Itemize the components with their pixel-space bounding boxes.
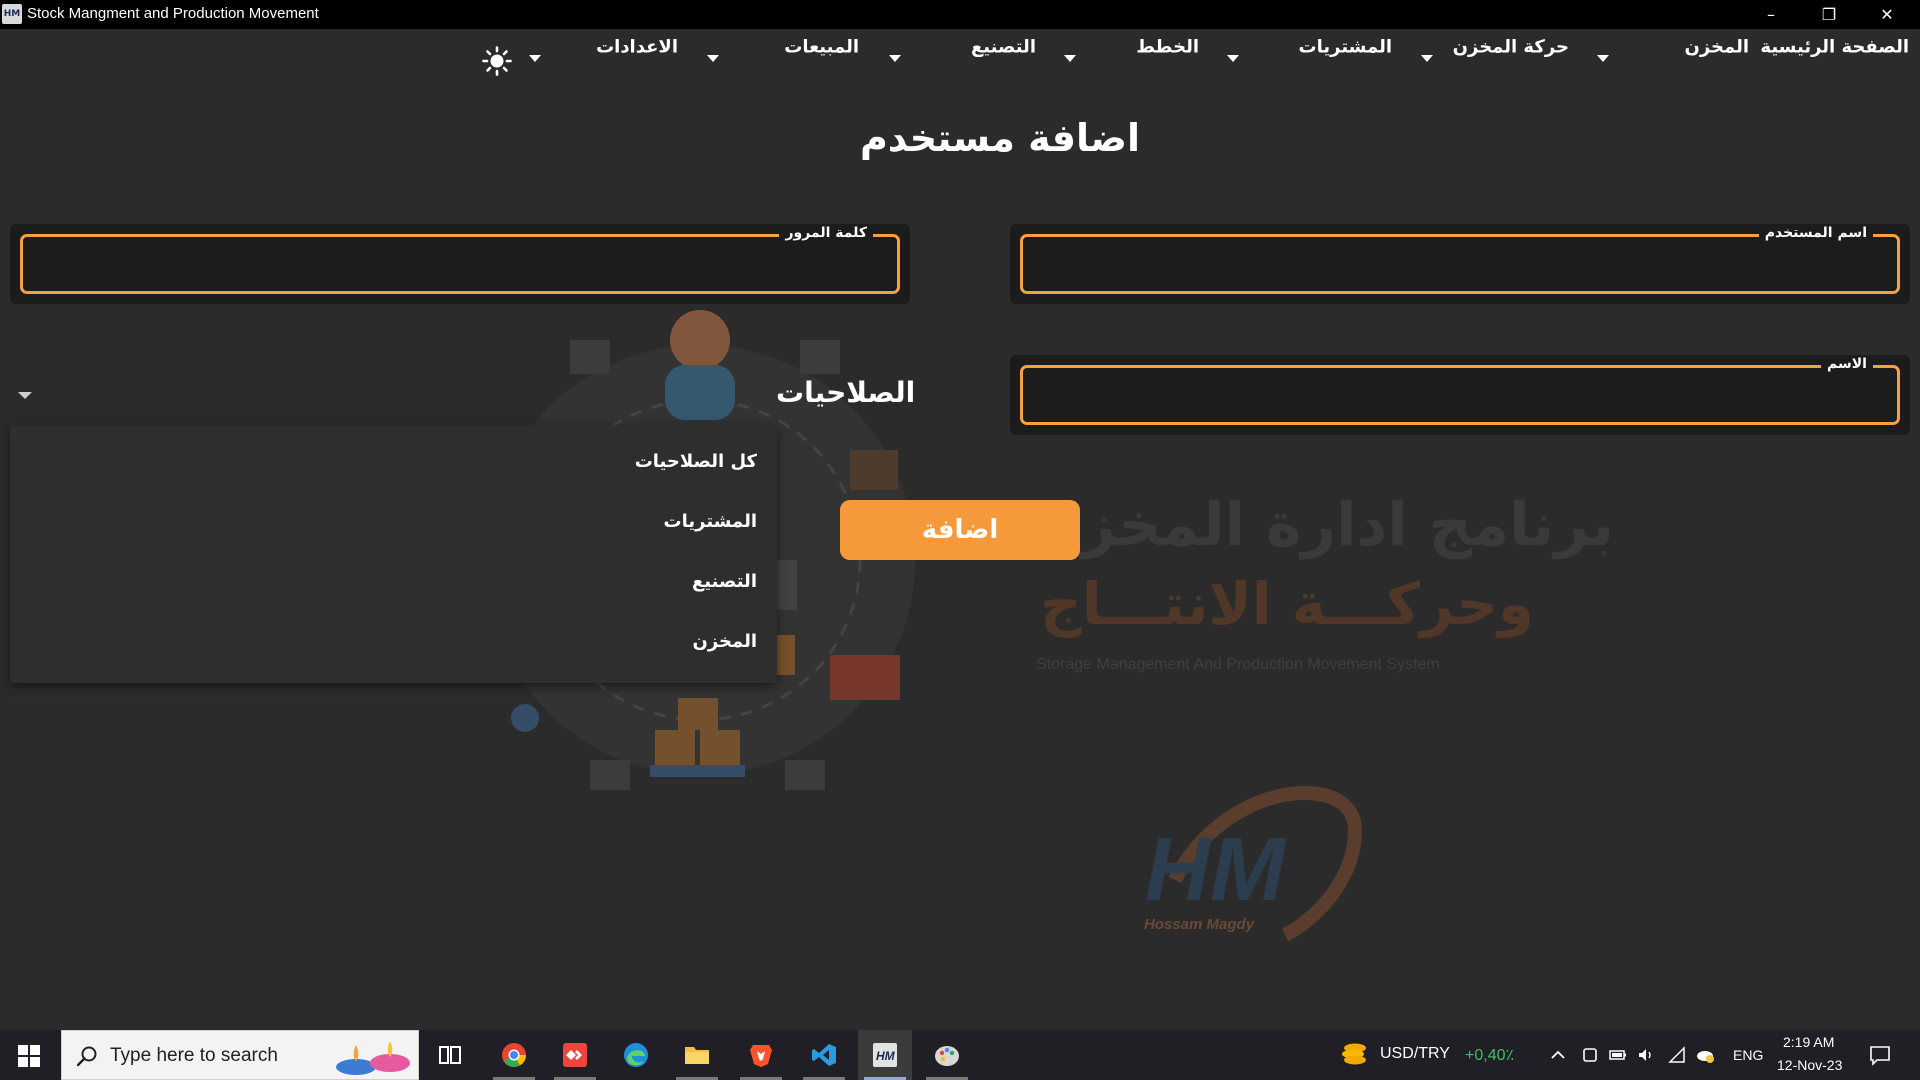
username-field-border: اسم المستخدم [1020, 225, 1900, 294]
watermark-subtitle: وحركـــة الانتـــاج [1040, 570, 1535, 638]
add-user-button[interactable]: اضافة [840, 500, 1080, 560]
menu-home[interactable]: الصفحة الرئيسية [1760, 37, 1909, 58]
password-field[interactable] [29, 241, 891, 287]
permission-option-manufacturing[interactable]: التصنيع [692, 571, 757, 592]
username-field[interactable] [1029, 241, 1891, 287]
password-field-container: كلمة المرور [10, 224, 910, 304]
taskbar-stock-app[interactable]: HM [858, 1030, 912, 1080]
menu-manufacturing[interactable]: التصنيع [971, 37, 1036, 58]
restore-button[interactable]: ❐ [1800, 0, 1858, 29]
task-view-icon [439, 1046, 461, 1064]
hm-app-icon-text: HM [876, 1049, 896, 1063]
permission-option-all[interactable]: كل الصلاحيات [635, 451, 757, 472]
chevron-down-icon[interactable] [1064, 55, 1076, 62]
menu-store-movement[interactable]: حركة المخزن [1453, 37, 1569, 58]
chevron-down-icon[interactable] [18, 392, 32, 399]
menu-plans[interactable]: الخطط [1136, 37, 1199, 58]
onedrive-icon[interactable] [1696, 1046, 1714, 1064]
taskbar-edge[interactable] [609, 1030, 663, 1080]
chevron-up-icon[interactable] [1549, 1046, 1567, 1064]
taskbar-brave[interactable] [734, 1030, 788, 1080]
language-indicator[interactable]: ENG [1733, 1047, 1763, 1063]
chevron-down-icon[interactable] [707, 55, 719, 62]
minimize-button[interactable]: – [1742, 0, 1800, 29]
search-placeholder: Type here to search [110, 1045, 278, 1066]
name-label: الاسم [1821, 356, 1873, 372]
close-button[interactable]: ✕ [1858, 0, 1916, 29]
task-view-button[interactable] [423, 1030, 477, 1080]
anydesk-icon [563, 1043, 587, 1067]
clock-date[interactable]: 12-Nov-23 [1777, 1057, 1842, 1073]
taskbar-vscode[interactable] [797, 1030, 851, 1080]
logo-letters: HM [1145, 820, 1287, 920]
taskbar-file-explorer[interactable] [670, 1030, 724, 1080]
chevron-down-icon[interactable] [1597, 55, 1609, 62]
menu-store[interactable]: المخزن [1684, 37, 1749, 58]
chevron-down-icon[interactable] [1227, 55, 1239, 62]
page-title: اضافة مستخدم [859, 116, 1141, 160]
battery-icon[interactable] [1609, 1046, 1627, 1064]
permission-option-store[interactable]: المخزن [692, 631, 757, 652]
taskbar-chrome[interactable] [487, 1030, 541, 1080]
name-field-border: الاسم [1020, 356, 1900, 425]
volume-icon[interactable] [1637, 1046, 1655, 1064]
menu-bar [0, 29, 1920, 89]
menu-settings[interactable]: الاعدادات [596, 37, 678, 58]
chevron-down-icon[interactable] [889, 55, 901, 62]
meet-now-icon[interactable] [1581, 1046, 1599, 1064]
brave-icon [750, 1045, 772, 1067]
permissions-dropdown: كل الصلاحيات المشتريات التصنيع المخزن [10, 425, 777, 683]
menu-purchases[interactable]: المشتريات [1299, 37, 1392, 58]
windows-start-icon[interactable] [18, 1045, 40, 1067]
notification-icon[interactable] [1869, 1044, 1891, 1066]
paint-palette-icon [935, 1046, 959, 1066]
clock-time[interactable]: 2:19 AM [1783, 1034, 1834, 1050]
permission-option-purchases[interactable]: المشتريات [664, 511, 757, 532]
currency-pair[interactable]: USD/TRY [1380, 1045, 1450, 1063]
name-field-container: الاسم [1010, 355, 1910, 435]
username-field-container: اسم المستخدم [1010, 224, 1910, 304]
coins-icon[interactable] [1342, 1042, 1368, 1066]
logo-signature: Hossam Magdy [1144, 916, 1255, 933]
watermark-caption: Storage Management And Production Moveme… [1036, 656, 1440, 673]
edge-icon [624, 1043, 648, 1067]
folder-icon [685, 1047, 709, 1064]
title-bar: HM Stock Mangment and Production Movemen… [0, 0, 1920, 29]
chevron-down-icon[interactable] [1421, 55, 1433, 62]
hm-app-icon: HM [873, 1043, 897, 1067]
search-icon [76, 1046, 97, 1067]
watermark-title: برنامج ادارة المخزن [1030, 490, 1615, 560]
taskbar-anydesk[interactable] [548, 1030, 602, 1080]
vscode-icon [812, 1044, 836, 1066]
wifi-icon[interactable] [1668, 1046, 1686, 1064]
password-label: كلمة المرور [779, 225, 873, 241]
chevron-down-icon[interactable] [529, 55, 541, 62]
app-icon: HM [2, 4, 22, 24]
username-label: اسم المستخدم [1758, 225, 1873, 241]
taskbar-search[interactable]: Type here to search [61, 1030, 419, 1080]
diwali-lamp-icon [336, 1041, 410, 1075]
sun-icon[interactable] [482, 46, 512, 76]
window-title: Stock Mangment and Production Movement [27, 5, 319, 22]
chrome-icon [502, 1043, 526, 1068]
password-field-border: كلمة المرور [20, 225, 900, 294]
menu-sales[interactable]: المبيعات [784, 37, 859, 58]
currency-change[interactable]: +0,40٪ [1465, 1045, 1514, 1065]
taskbar-paint[interactable] [920, 1030, 974, 1080]
name-field[interactable] [1029, 372, 1891, 418]
permissions-label: الصلاحيات [776, 376, 916, 409]
